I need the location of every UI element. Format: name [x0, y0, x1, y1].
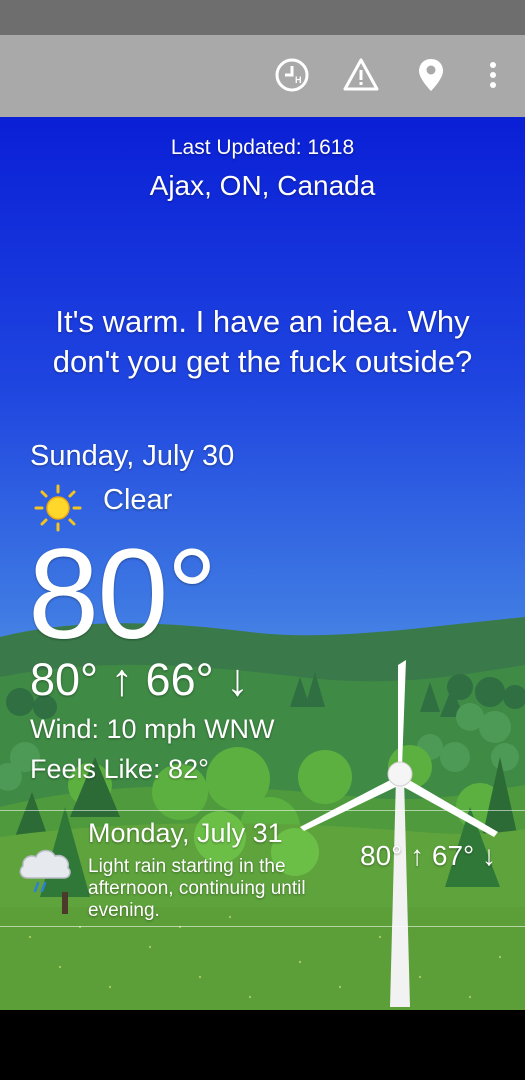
- forecast-divider-top: [0, 810, 525, 811]
- weather-quote: It's warm. I have an idea. Why don't you…: [52, 304, 473, 379]
- alert-triangle-icon[interactable]: [341, 55, 381, 95]
- forecast-divider-bottom: [0, 926, 525, 927]
- feels-like-text: Feels Like: 82°: [30, 754, 209, 784]
- rain-cloud-icon: [16, 840, 74, 901]
- forecast-hi-lo: 80° ↑ 67° ↓: [360, 840, 497, 871]
- overflow-menu-icon[interactable]: [473, 55, 513, 95]
- history-clock-icon[interactable]: H: [272, 55, 312, 95]
- today-hi-lo: 80° ↑ 66° ↓: [30, 654, 249, 705]
- svg-text:H: H: [295, 75, 302, 85]
- wind-text: Wind: 10 mph WNW: [30, 714, 275, 744]
- today-date: Sunday, July 30: [30, 440, 235, 472]
- current-temperature: 80°: [28, 523, 218, 666]
- status-bar: [0, 0, 525, 35]
- location-text[interactable]: Ajax, ON, Canada: [0, 170, 525, 202]
- forecast-day-date: Monday, July 31: [88, 818, 283, 848]
- toolbar: H: [0, 35, 525, 117]
- navigation-bar: [0, 1010, 525, 1080]
- last-updated-text: Last Updated: 1618: [170, 136, 355, 159]
- forecast-description: Light rain starting in the afternoon, co…: [88, 856, 306, 921]
- location-pin-icon[interactable]: [411, 55, 451, 95]
- condition-text: Clear: [103, 484, 173, 516]
